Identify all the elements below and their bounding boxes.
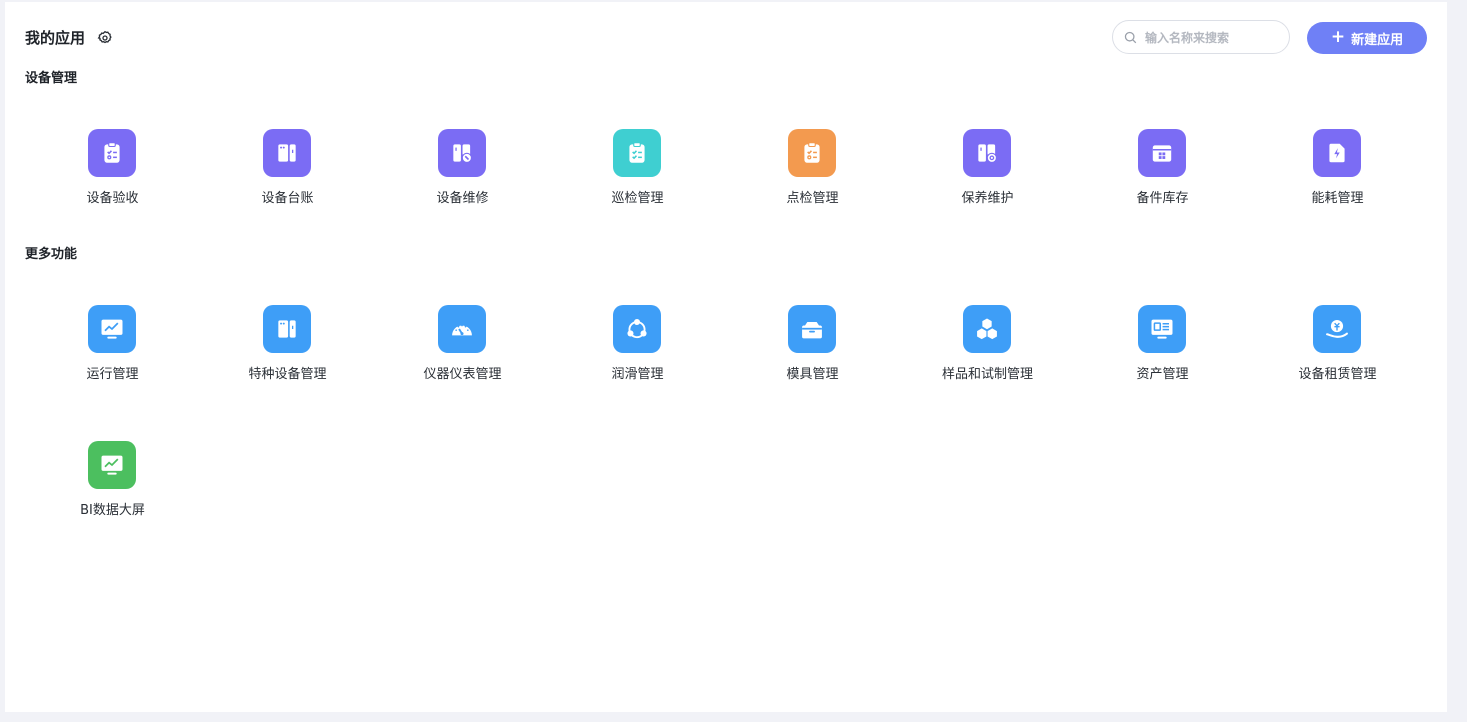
app-label: 保养维护 — [961, 191, 1014, 206]
app-bi-dashboard[interactable]: BI数据大屏 — [25, 441, 200, 541]
section-title-equipment: 设备管理 — [25, 71, 78, 86]
clipboard-check-icon — [88, 129, 136, 177]
app-label: 巡检管理 — [611, 191, 664, 206]
asset-screen-icon — [1138, 305, 1186, 353]
app-label: 备件库存 — [1136, 191, 1189, 206]
app-assets[interactable]: 资产管理 — [1075, 305, 1250, 405]
app-molds[interactable]: 模具管理 — [725, 305, 900, 405]
cabinet-gear-icon — [963, 129, 1011, 177]
gauge-icon — [438, 305, 486, 353]
app-equipment-repair[interactable]: 设备维修 — [375, 129, 550, 229]
app-samples[interactable]: 样品和试制管理 — [900, 305, 1075, 405]
monitor-chart-icon — [88, 305, 136, 353]
app-label: 样品和试制管理 — [941, 367, 1033, 382]
cabinet-icon — [263, 305, 311, 353]
page-title: 我的应用 — [25, 29, 86, 47]
app-equipment-acceptance[interactable]: 设备验收 — [25, 129, 200, 229]
clipboard-check-icon — [788, 129, 836, 177]
cubes-icon — [963, 305, 1011, 353]
clipboard-list-icon — [613, 129, 661, 177]
app-label: BI数据大屏 — [80, 503, 145, 518]
app-label: 设备维修 — [436, 191, 489, 206]
app-spare-parts[interactable]: 备件库存 — [1075, 129, 1250, 229]
app-label: 设备租赁管理 — [1298, 367, 1377, 382]
new-app-label: 新建应用 — [1351, 32, 1404, 48]
app-lubrication[interactable]: 润滑管理 — [550, 305, 725, 405]
app-special-equipment[interactable]: 特种设备管理 — [200, 305, 375, 405]
plus-icon: + — [1330, 26, 1346, 47]
app-label: 模具管理 — [786, 367, 839, 382]
search-input[interactable] — [1143, 27, 1287, 49]
new-app-button[interactable]: + 新建应用 — [1307, 22, 1427, 54]
app-label: 仪器仪表管理 — [423, 367, 502, 382]
app-inspection[interactable]: 巡检管理 — [550, 129, 725, 229]
gear-icon[interactable] — [97, 30, 113, 46]
app-label: 资产管理 — [1136, 367, 1189, 382]
search-icon — [1124, 31, 1137, 44]
app-leasing[interactable]: 设备租赁管理 — [1250, 305, 1425, 405]
cycle-icon — [613, 305, 661, 353]
monitor-chart-icon — [88, 441, 136, 489]
app-label: 润滑管理 — [611, 367, 664, 382]
app-label: 特种设备管理 — [248, 367, 327, 382]
header: 我的应用 + 新建应用 — [5, 2, 1447, 76]
app-operation[interactable]: 运行管理 — [25, 305, 200, 405]
app-label: 点检管理 — [786, 191, 839, 206]
cabinet-wrench-icon — [438, 129, 486, 177]
energy-file-icon — [1313, 129, 1361, 177]
hand-coin-icon — [1313, 305, 1361, 353]
app-equipment-ledger[interactable]: 设备台账 — [200, 129, 375, 229]
app-label: 设备台账 — [261, 191, 314, 206]
app-label: 设备验收 — [86, 191, 139, 206]
app-instruments[interactable]: 仪器仪表管理 — [375, 305, 550, 405]
app-label: 能耗管理 — [1311, 191, 1364, 206]
section-title-more: 更多功能 — [25, 247, 78, 262]
app-label: 运行管理 — [86, 367, 139, 382]
app-maintenance[interactable]: 保养维护 — [900, 129, 1075, 229]
toolbox-icon — [788, 305, 836, 353]
app-spot-check[interactable]: 点检管理 — [725, 129, 900, 229]
app-energy[interactable]: 能耗管理 — [1250, 129, 1425, 229]
warehouse-icon — [1138, 129, 1186, 177]
search-box[interactable] — [1112, 20, 1290, 54]
cabinet-icon — [263, 129, 311, 177]
app-panel: 我的应用 + 新建应用 设备管理 设备验收 — [5, 2, 1447, 712]
